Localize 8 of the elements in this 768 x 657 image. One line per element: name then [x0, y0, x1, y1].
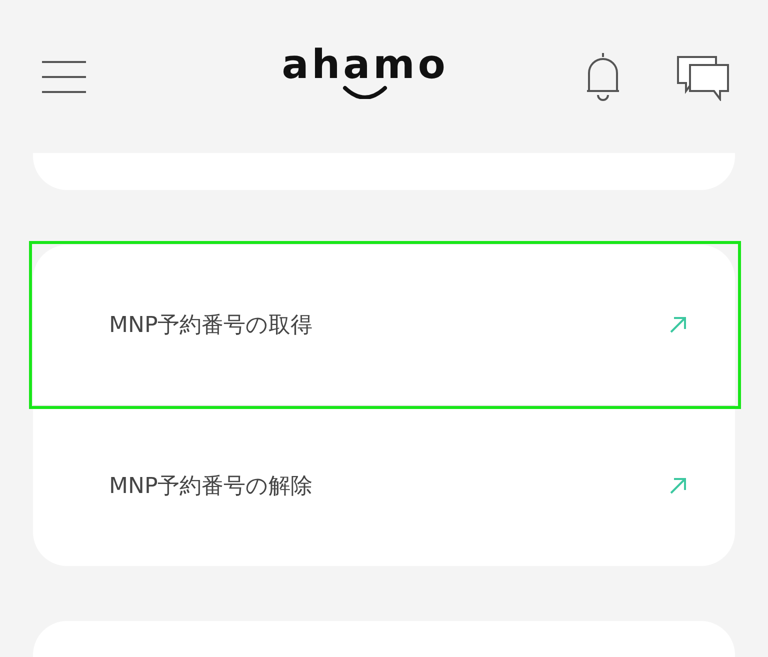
logo: ahamo	[282, 44, 448, 84]
menu-icon[interactable]	[42, 60, 86, 92]
smile-icon	[342, 84, 388, 98]
external-link-icon	[669, 477, 687, 495]
menu-item[interactable]: MNP予約番号の解除	[33, 405, 735, 566]
external-link-icon	[669, 316, 687, 334]
menu-item[interactable]: MNP予約番号の取得	[33, 245, 735, 405]
bell-icon[interactable]	[584, 50, 622, 102]
